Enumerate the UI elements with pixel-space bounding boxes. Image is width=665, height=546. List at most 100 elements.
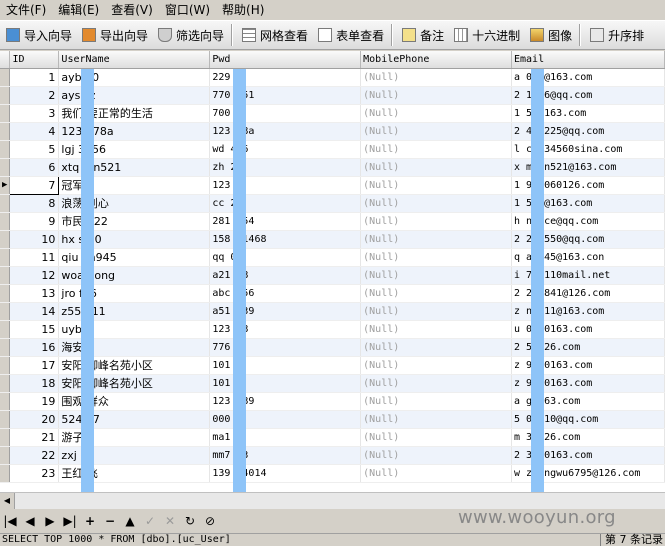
cell-id[interactable]: 23: [9, 464, 60, 483]
stop-icon[interactable]: ⊘: [200, 511, 220, 531]
cell-mobilephone[interactable]: (Null): [360, 374, 512, 393]
cell-mobilephone[interactable]: (Null): [360, 248, 512, 267]
cell-mobilephone[interactable]: (Null): [360, 68, 512, 87]
cell-mobilephone[interactable]: (Null): [360, 284, 512, 303]
confirm-edit-icon[interactable]: ✓: [140, 511, 160, 531]
cell-mobilephone[interactable]: (Null): [360, 266, 512, 285]
column-header-id[interactable]: ID: [9, 51, 60, 69]
refresh-icon[interactable]: ↻: [180, 511, 200, 531]
form-view-button[interactable]: 表单查看: [314, 23, 388, 47]
column-header-mobilephone[interactable]: MobilePhone: [360, 51, 512, 69]
table-row[interactable]: 17 安阳 御峰名苑小区 101 (Null) z 9660163.com: [0, 356, 665, 375]
cell-id[interactable]: 18: [9, 374, 60, 393]
table-row[interactable]: 18 安阳 御峰名苑小区 101 (Null) z 9660163.com: [0, 374, 665, 393]
table-row[interactable]: 16 海安 776 (Null) 2 5@126.com: [0, 338, 665, 357]
cell-id[interactable]: 5: [9, 140, 60, 159]
table-row[interactable]: 10hx s 10158 61468(Null)2 261550@qq.com: [0, 230, 665, 249]
cell-id[interactable]: 7: [9, 176, 60, 195]
menu-edit[interactable]: 编辑(E): [52, 0, 105, 20]
cell-mobilephone[interactable]: (Null): [360, 446, 512, 465]
menu-view[interactable]: 查看(V): [105, 0, 159, 20]
cancel-edit-icon[interactable]: ✕: [160, 511, 180, 531]
column-header-email[interactable]: Email: [511, 51, 665, 69]
table-row[interactable]: 5lgj 3456wd 456(Null)l c1234560sina.com: [0, 140, 665, 159]
table-row[interactable]: 15 uyb 6 123 78 (Null) u 0160163.com: [0, 320, 665, 339]
cell-mobilephone[interactable]: (Null): [360, 140, 512, 159]
table-row[interactable]: 4123 678a123 78a(Null)2 491225@qq.com: [0, 122, 665, 141]
move-up-icon[interactable]: ▲: [120, 511, 140, 531]
cell-mobilephone[interactable]: (Null): [360, 392, 512, 411]
memo-button[interactable]: 备注: [398, 23, 448, 47]
grid-view-button[interactable]: 网格查看: [238, 23, 312, 47]
table-row[interactable]: 2ays zz770 151(Null)2 1686@qq.com: [0, 86, 665, 105]
scroll-left-icon[interactable]: ◀: [0, 493, 15, 509]
cell-mobilephone[interactable]: (Null): [360, 230, 512, 249]
cell-id[interactable]: 6: [9, 158, 60, 177]
cell-mobilephone[interactable]: (Null): [360, 176, 512, 195]
table-row[interactable]: 13jro f96abc 456(Null)2 296841@126.com: [0, 284, 665, 303]
sort-ascending-button[interactable]: 升序排: [586, 23, 648, 47]
cell-id[interactable]: 22: [9, 446, 60, 465]
menu-window[interactable]: 窗口(W): [159, 0, 216, 20]
cell-mobilephone[interactable]: (Null): [360, 356, 512, 375]
cell-id[interactable]: 21: [9, 428, 60, 447]
cell-mobilephone[interactable]: (Null): [360, 158, 512, 177]
data-grid[interactable]: ID UserName Pwd MobilePhone Email 1ayb 0…: [0, 51, 665, 492]
add-record-icon[interactable]: +: [80, 511, 100, 531]
cell-id[interactable]: 15: [9, 320, 60, 339]
image-button[interactable]: 图像: [526, 23, 576, 47]
table-row[interactable]: ▶ 7 冠军 123 (Null) 1 904060126.com: [0, 176, 665, 195]
cell-id[interactable]: 3: [9, 104, 60, 123]
cell-mobilephone[interactable]: (Null): [360, 320, 512, 339]
cell-id[interactable]: 11: [9, 248, 60, 267]
next-record-icon[interactable]: ▶: [40, 511, 60, 531]
cell-mobilephone[interactable]: (Null): [360, 464, 512, 483]
cell-mobilephone[interactable]: (Null): [360, 212, 512, 231]
cell-mobilephone[interactable]: (Null): [360, 122, 512, 141]
table-row[interactable]: 22 zxj 72 mm7 03 (Null) 2 3720163.com: [0, 446, 665, 465]
column-header-pwd[interactable]: Pwd: [209, 51, 362, 69]
cell-mobilephone[interactable]: (Null): [360, 86, 512, 105]
cell-mobilephone[interactable]: (Null): [360, 428, 512, 447]
cell-id[interactable]: 19: [9, 392, 60, 411]
table-row[interactable]: 11 qiu an945 qq 00 (Null) q an945@163.con: [0, 248, 665, 267]
menu-file[interactable]: 文件(F): [0, 0, 52, 20]
delete-record-icon[interactable]: −: [100, 511, 120, 531]
cell-id[interactable]: 14: [9, 302, 60, 321]
cell-id[interactable]: 8: [9, 194, 60, 213]
column-header-username[interactable]: UserName: [58, 51, 211, 69]
menu-help[interactable]: 帮助(H): [216, 0, 270, 20]
cell-mobilephone[interactable]: (Null): [360, 194, 512, 213]
previous-record-icon[interactable]: ◀: [20, 511, 40, 531]
first-record-icon[interactable]: |◀: [0, 511, 20, 531]
cell-mobilephone[interactable]: (Null): [360, 410, 512, 429]
table-row[interactable]: 8 浪荡 刺心 cc 22 (Null) 1 520@163.com: [0, 194, 665, 213]
cell-id[interactable]: 9: [9, 212, 60, 231]
hex-button[interactable]: 十六进制: [450, 23, 524, 47]
filter-wizard-button[interactable]: 筛选向导: [154, 23, 228, 47]
cell-id[interactable]: 13: [9, 284, 60, 303]
table-row[interactable]: 12 woa hong a21 88 (Null) i 71@110mail.net: [0, 266, 665, 285]
table-row[interactable]: 1ayb 00229(Null)a 000@163.com: [0, 68, 665, 87]
cell-id[interactable]: 2: [9, 86, 60, 105]
table-row[interactable]: 9市民 122281 854(Null)h ndice@qq.com: [0, 212, 665, 231]
cell-id[interactable]: 12: [9, 266, 60, 285]
import-wizard-button[interactable]: 导入向导: [2, 23, 76, 47]
cell-id[interactable]: 16: [9, 338, 60, 357]
table-row[interactable]: 14z55 611a51 039(Null)z na111@163.com: [0, 302, 665, 321]
table-row[interactable]: 19围观 群众123 789(Null)a g@163.com: [0, 392, 665, 411]
table-row[interactable]: 6 xtq ofn521 zh 21 (Null) x mofn521@163.com: [0, 158, 665, 177]
export-wizard-button[interactable]: 导出向导: [78, 23, 152, 47]
table-row[interactable]: 3 我们 要正常的生活 700 (Null) 1 56@163.com: [0, 104, 665, 123]
table-row[interactable]: 23 王红 飞 139 24014 (Null) w zhongwu6795@126.c…: [0, 464, 665, 483]
cell-mobilephone[interactable]: (Null): [360, 338, 512, 357]
table-row[interactable]: 20524 27000(Null)5 08210@qq.com: [0, 410, 665, 429]
cell-id[interactable]: 17: [9, 356, 60, 375]
cell-id[interactable]: 1: [9, 68, 60, 87]
cell-mobilephone[interactable]: (Null): [360, 104, 512, 123]
table-row[interactable]: 21 游子 ma1 (Null) m 3@126.com: [0, 428, 665, 447]
last-record-icon[interactable]: ▶|: [60, 511, 80, 531]
cell-mobilephone[interactable]: (Null): [360, 302, 512, 321]
cell-id[interactable]: 4: [9, 122, 60, 141]
cell-id[interactable]: 20: [9, 410, 60, 429]
